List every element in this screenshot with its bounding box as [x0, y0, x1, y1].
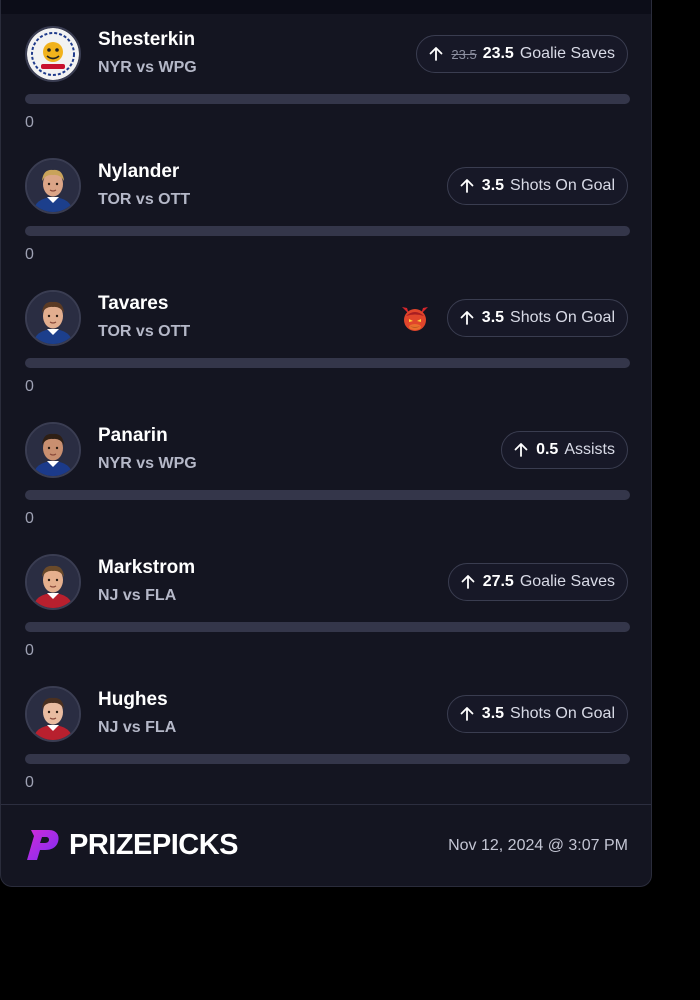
projection-line: 3.5	[481, 705, 505, 722]
projection-line: 3.5	[481, 309, 505, 326]
player-headshot-icon	[27, 292, 79, 344]
team-logo-icon	[27, 28, 79, 80]
matchup: NYR vs WPG	[98, 455, 197, 472]
up-arrow-icon	[429, 47, 443, 61]
player-avatar	[25, 686, 81, 742]
projection-pill[interactable]: 23.5 23.5 Goalie Saves	[416, 35, 628, 73]
up-arrow-icon	[461, 575, 475, 589]
timestamp: Nov 12, 2024 @ 3:07 PM	[448, 837, 628, 854]
progress-bar	[25, 226, 630, 236]
player-avatar	[25, 554, 81, 610]
progress-count: 0	[25, 774, 34, 791]
projection-line: 23.5	[482, 45, 514, 62]
projection-pill[interactable]: 0.5 Assists	[501, 431, 628, 469]
matchup: TOR vs OTT	[98, 323, 191, 340]
team-logo-avatar	[25, 26, 81, 82]
up-arrow-icon	[514, 443, 528, 457]
player-headshot-icon	[27, 160, 79, 212]
projection-line: 0.5	[536, 441, 559, 458]
player-name: Nylander	[98, 161, 180, 182]
progress-bar	[25, 358, 630, 368]
stat-type: Assists	[564, 441, 615, 458]
player-avatar	[25, 422, 81, 478]
matchup: TOR vs OTT	[98, 191, 191, 208]
player-name: Markstrom	[98, 557, 196, 578]
pick-row[interactable]: Nylander TOR vs OTT 3.5 Shots On Goal 0	[1, 154, 651, 286]
original-line: 23.5	[451, 46, 477, 62]
pick-row[interactable]: Hughes NJ vs FLA 3.5 Shots On Goal 0	[1, 682, 651, 814]
projection-pill[interactable]: 27.5 Goalie Saves	[447, 563, 628, 601]
brand-logo: PRIZEPICKS	[25, 828, 239, 862]
projection-line: 27.5	[482, 573, 514, 590]
pick-row[interactable]: Markstrom NJ vs FLA 27.5 Goalie Saves 0	[1, 550, 651, 682]
pick-row[interactable]: Tavares TOR vs OTT 3.5 Shots On Goal 0	[1, 286, 651, 418]
progress-count: 0	[25, 378, 34, 395]
player-name: Shesterkin	[98, 29, 196, 50]
up-arrow-icon	[460, 179, 474, 193]
progress-bar	[25, 754, 630, 764]
player-name: Hughes	[98, 689, 168, 710]
player-headshot-icon	[27, 556, 79, 608]
projection-pill[interactable]: 3.5 Shots On Goal	[446, 299, 628, 337]
pick-row[interactable]: Panarin NYR vs WPG 0.5 Assists 0	[1, 418, 651, 550]
progress-count: 0	[25, 114, 34, 131]
footer-divider	[1, 804, 651, 805]
stat-type: Goalie Saves	[519, 45, 615, 62]
matchup: NJ vs FLA	[98, 587, 177, 604]
player-avatar	[25, 290, 81, 346]
progress-count: 0	[25, 510, 34, 527]
stat-type: Shots On Goal	[510, 177, 615, 194]
player-name: Tavares	[98, 293, 169, 314]
player-avatar	[25, 158, 81, 214]
progress-bar	[25, 94, 630, 104]
demon-icon	[402, 307, 428, 331]
pick-list: Shesterkin NYR vs WPG 23.5 23.5 Goalie Saves…	[1, 22, 651, 814]
card-top-band	[1, 0, 651, 14]
stat-type: Shots On Goal	[510, 705, 615, 722]
player-headshot-icon	[27, 688, 79, 740]
progress-bar	[25, 490, 630, 500]
prizepicks-logo-icon	[27, 830, 59, 860]
stat-type: Shots On Goal	[510, 309, 615, 326]
pick-row[interactable]: Shesterkin NYR vs WPG 23.5 23.5 Goalie Saves…	[1, 22, 651, 154]
matchup: NYR vs WPG	[98, 59, 197, 76]
projection-pill[interactable]: 3.5 Shots On Goal	[446, 695, 628, 733]
progress-bar	[25, 622, 630, 632]
brand-name: PRIZEPICKS	[69, 828, 239, 861]
projection-pill[interactable]: 3.5 Shots On Goal	[446, 167, 628, 205]
up-arrow-icon	[460, 707, 474, 721]
progress-count: 0	[25, 642, 34, 659]
player-name: Panarin	[98, 425, 168, 446]
projection-line: 3.5	[481, 177, 505, 194]
progress-count: 0	[25, 246, 34, 263]
stat-type: Goalie Saves	[519, 573, 615, 590]
player-headshot-icon	[27, 424, 79, 476]
pick-card: Shesterkin NYR vs WPG 23.5 23.5 Goalie Saves…	[0, 0, 652, 887]
up-arrow-icon	[460, 311, 474, 325]
matchup: NJ vs FLA	[98, 719, 177, 736]
